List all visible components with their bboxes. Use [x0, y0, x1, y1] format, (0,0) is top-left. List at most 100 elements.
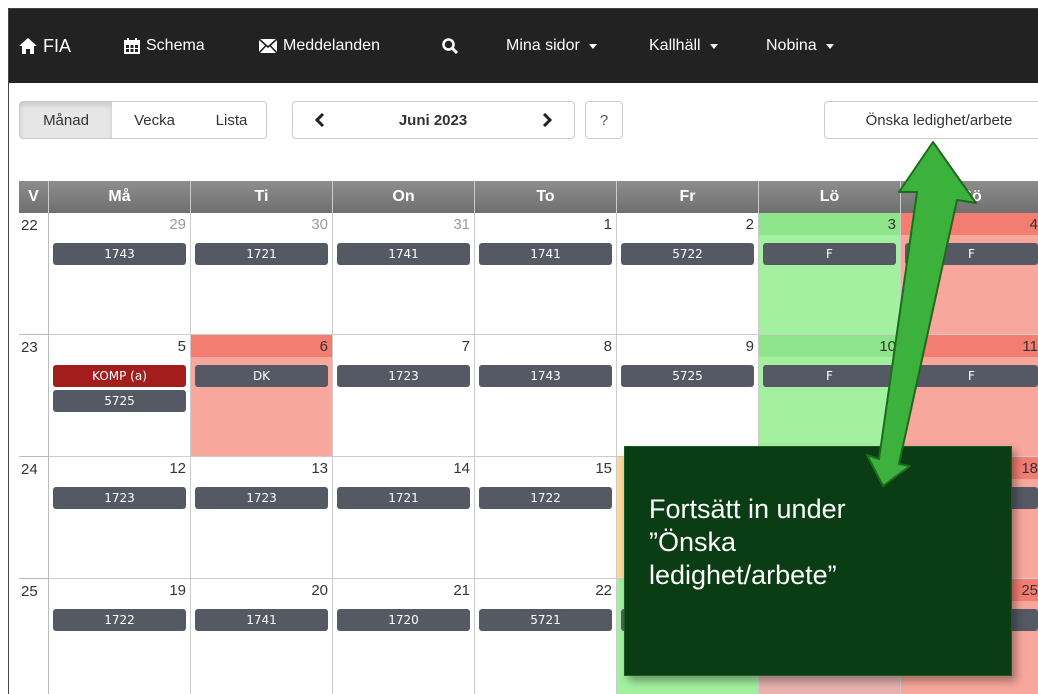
day-number: 7	[461, 338, 470, 355]
shift-event[interactable]: 1722	[53, 609, 186, 631]
week-number: 22	[19, 213, 49, 335]
nav-schema[interactable]: Schema	[124, 9, 205, 83]
shift-event[interactable]: 1720	[337, 609, 470, 631]
shift-event[interactable]: 1721	[337, 487, 470, 509]
day-cell[interactable]: 1 1741	[475, 213, 617, 335]
brand-link[interactable]: FIA	[19, 9, 71, 83]
day-cell[interactable]: 21 1720	[333, 579, 475, 694]
day-cell[interactable]: 2 5722	[617, 213, 759, 335]
shift-event[interactable]: F	[763, 365, 896, 387]
day-cell[interactable]: 19 1722	[49, 579, 191, 694]
help-button[interactable]: ?	[585, 101, 623, 139]
day-number: 31	[453, 216, 470, 233]
shift-event[interactable]: 1741	[337, 243, 470, 265]
shift-event[interactable]: 1741	[195, 609, 328, 631]
shift-event[interactable]: 5721	[479, 609, 612, 631]
callout-line-2: ”Önska	[649, 527, 737, 557]
day-cell[interactable]: 30 1721	[191, 213, 333, 335]
day-cell[interactable]: 13 1723	[191, 457, 333, 579]
shift-event[interactable]: F	[905, 243, 1038, 265]
shift-event[interactable]: 1723	[53, 487, 186, 509]
day-number: 11	[1022, 338, 1038, 355]
shift-event[interactable]: 1743	[479, 365, 612, 387]
day-header-wed: On	[333, 181, 475, 213]
caret-down-icon	[588, 43, 597, 49]
day-number: 20	[311, 582, 328, 599]
day-cell[interactable]: 31 1741	[333, 213, 475, 335]
day-cell[interactable]: 14 1721	[333, 457, 475, 579]
day-cell[interactable]: 20 1741	[191, 579, 333, 694]
nav-nobina-label: Nobina	[766, 37, 817, 54]
top-navbar: FIA Schema Meddelanden Mina sidor Kallhä…	[9, 9, 1038, 83]
nav-messages[interactable]: Meddelanden	[259, 9, 380, 83]
nav-nobina[interactable]: Nobina	[766, 9, 834, 83]
week-column-header: V	[19, 181, 49, 213]
brand-label: FIA	[43, 35, 72, 56]
shift-event[interactable]: 1743	[53, 243, 186, 265]
calendar-toolbar: Månad Vecka Lista Juni 2023 ? Önska ledi…	[9, 83, 1038, 163]
day-cell[interactable]: 6 DK	[191, 335, 333, 457]
caret-down-icon	[825, 43, 834, 49]
nav-kallhall-label: Kallhäll	[649, 37, 701, 54]
week-number: 23	[19, 335, 49, 457]
day-cell[interactable]: 12 1723	[49, 457, 191, 579]
day-number: 12	[169, 460, 186, 477]
day-cell[interactable]: 5 KOMP (a) 5725	[49, 335, 191, 457]
day-header-thu: To	[475, 181, 617, 213]
nav-search[interactable]	[442, 9, 458, 83]
day-number: 8	[603, 338, 612, 355]
day-number: 5	[177, 338, 186, 355]
shift-event[interactable]: 1722	[479, 487, 612, 509]
home-icon	[19, 38, 37, 54]
day-cell[interactable]: 29 1743	[49, 213, 191, 335]
nav-kallhall[interactable]: Kallhäll	[649, 9, 718, 83]
nav-mina-sidor[interactable]: Mina sidor	[506, 9, 597, 83]
shift-event[interactable]: F	[763, 243, 896, 265]
day-cell[interactable]: 11 F	[901, 335, 1038, 457]
request-leave-button[interactable]: Önska ledighet/arbete	[824, 101, 1038, 139]
shift-event[interactable]: 1741	[479, 243, 612, 265]
day-number: 30	[311, 216, 328, 233]
day-cell[interactable]: 3 F	[759, 213, 901, 335]
view-list-button[interactable]: Lista	[197, 101, 267, 139]
view-month-button[interactable]: Månad	[19, 101, 113, 139]
week-number: 24	[19, 457, 49, 579]
day-header-fri: Fr	[617, 181, 759, 213]
day-number: 4	[1029, 216, 1038, 233]
day-cell[interactable]: 22 5721	[475, 579, 617, 694]
day-number: 9	[745, 338, 754, 355]
shift-event[interactable]: 1721	[195, 243, 328, 265]
day-cell[interactable]: 4 F	[901, 213, 1038, 335]
day-cell[interactable]: 8 1743	[475, 335, 617, 457]
day-number: 19	[169, 582, 186, 599]
day-cell[interactable]: 15 1722	[475, 457, 617, 579]
shift-event[interactable]: 1723	[337, 365, 470, 387]
callout-line-1: Fortsätt in under	[649, 494, 846, 524]
shift-event[interactable]: 5725	[621, 365, 754, 387]
day-header-sun: Sö	[901, 181, 1038, 213]
komp-event[interactable]: KOMP (a)	[53, 365, 186, 387]
shift-event[interactable]: F	[905, 365, 1038, 387]
day-number: 10	[879, 338, 896, 355]
next-month-button[interactable]	[519, 101, 575, 139]
day-header-mon: Må	[49, 181, 191, 213]
nav-mina-sidor-label: Mina sidor	[506, 37, 580, 54]
day-number: 25	[1021, 582, 1038, 599]
shift-event[interactable]: 5722	[621, 243, 754, 265]
chevron-left-icon	[314, 113, 325, 127]
day-highlight-strip	[901, 335, 1038, 357]
view-week-button[interactable]: Vecka	[112, 101, 198, 139]
prev-month-button[interactable]	[292, 101, 348, 139]
day-cell[interactable]: 9 5725	[617, 335, 759, 457]
shift-event[interactable]: 5725	[53, 390, 186, 412]
day-number: 2	[745, 216, 754, 233]
shift-event[interactable]: DK	[195, 365, 328, 387]
chevron-right-icon	[542, 113, 552, 127]
shift-event[interactable]: 1723	[195, 487, 328, 509]
day-number: 1	[603, 216, 612, 233]
day-cell[interactable]: 10 F	[759, 335, 901, 457]
day-cell[interactable]: 7 1723	[333, 335, 475, 457]
day-highlight-strip	[191, 335, 332, 357]
day-header-sat: Lö	[759, 181, 901, 213]
day-number: 6	[319, 338, 328, 355]
